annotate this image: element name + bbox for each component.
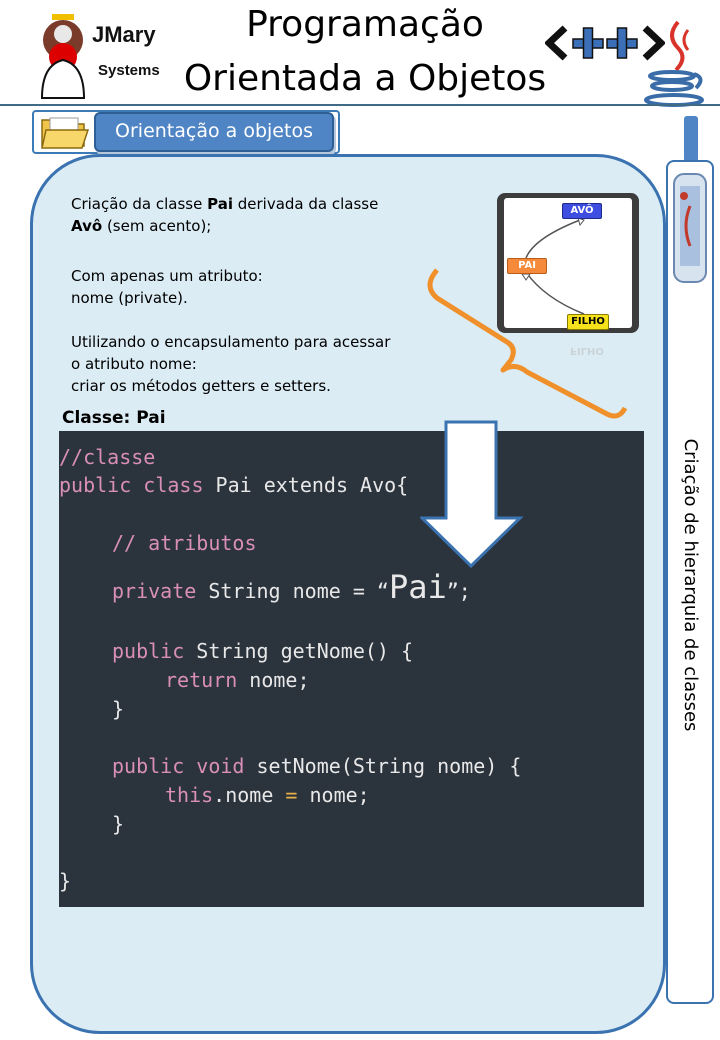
section-title: Orientação a objetos xyxy=(94,112,334,152)
description-paragraph-1: Criação da classe Pai derivada da classe… xyxy=(71,193,431,237)
header-divider xyxy=(0,104,720,106)
code-operator: = xyxy=(285,783,298,807)
code-block: //classe public class Pai extends Avo{ /… xyxy=(59,431,644,907)
code-text: nome; xyxy=(237,668,310,692)
code-line: return nome; xyxy=(165,668,310,692)
code-keyword: this xyxy=(165,783,214,807)
description-text: criar os métodos getters e setters. xyxy=(71,377,331,395)
code-keyword: public xyxy=(112,639,185,663)
page-title-line2: Orientada a Objetos xyxy=(183,58,547,99)
code-text: Pai extends Avo{ xyxy=(203,473,409,497)
description-text: (sem acento); xyxy=(102,217,212,235)
code-text: ”; xyxy=(446,579,471,603)
description-paragraph-2: Com apenas um atributo: nome (private). xyxy=(71,265,431,309)
class-name-pai: Pai xyxy=(207,195,233,213)
code-line: this.nome = nome; xyxy=(165,783,370,807)
class-label: Classe: Pai xyxy=(62,408,166,428)
description-text: nome (private). xyxy=(71,289,188,307)
sidebar-label: Criação de hierarquia de classes xyxy=(680,438,701,732)
code-text: } xyxy=(112,697,125,721)
code-text: String nome = “ xyxy=(196,579,389,603)
class-name-avo: Avô xyxy=(71,217,103,235)
code-text: } xyxy=(112,812,125,836)
code-line: private String nome = “Pai”; xyxy=(112,568,471,606)
code-line: //classe xyxy=(59,445,155,469)
code-comment: // atributos xyxy=(112,531,257,555)
code-line: public void setNome(String nome) { xyxy=(112,754,521,778)
code-text: } xyxy=(59,869,72,893)
code-line: public String getNome() { xyxy=(112,639,413,663)
code-text: .nome xyxy=(213,783,286,807)
code-line: public class Pai extends Avo{ xyxy=(59,473,408,497)
code-text: nome; xyxy=(297,783,370,807)
description-text: o atributo nome: xyxy=(71,355,197,373)
code-line: // atributos xyxy=(112,531,257,555)
side-bar-connector xyxy=(684,116,698,162)
description-text: Criação da classe xyxy=(71,195,208,213)
hierarchy-node-avo: AVÔ xyxy=(562,203,602,219)
code-keyword: return xyxy=(165,668,238,692)
code-string-value: Pai xyxy=(388,568,447,606)
description-text: Com apenas um atributo: xyxy=(71,267,263,285)
logo-name: JMary xyxy=(92,22,156,47)
description-text: Utilizando o encapsulamento para acessar xyxy=(71,333,391,351)
code-line: } xyxy=(112,812,124,836)
java-cup-icon xyxy=(644,20,704,107)
code-keyword: public class xyxy=(59,473,204,497)
description-text: derivada da classe xyxy=(232,195,379,213)
description-paragraph-3: Utilizando o encapsulamento para acessar… xyxy=(71,331,451,397)
code-line: } xyxy=(112,697,124,721)
page-title-line1: Programação xyxy=(246,4,484,45)
newspaper-scroll-icon xyxy=(673,173,707,283)
arrow-down-icon xyxy=(420,420,524,569)
curly-brace-icon xyxy=(427,268,628,419)
code-comment: //classe xyxy=(59,445,156,469)
code-keyword: public void xyxy=(112,754,245,778)
code-line: } xyxy=(59,869,71,893)
folder-icon xyxy=(41,117,90,149)
code-text: String getNome() { xyxy=(184,639,414,663)
code-keyword: private xyxy=(112,579,197,603)
code-text: setNome(String nome) { xyxy=(244,754,522,778)
